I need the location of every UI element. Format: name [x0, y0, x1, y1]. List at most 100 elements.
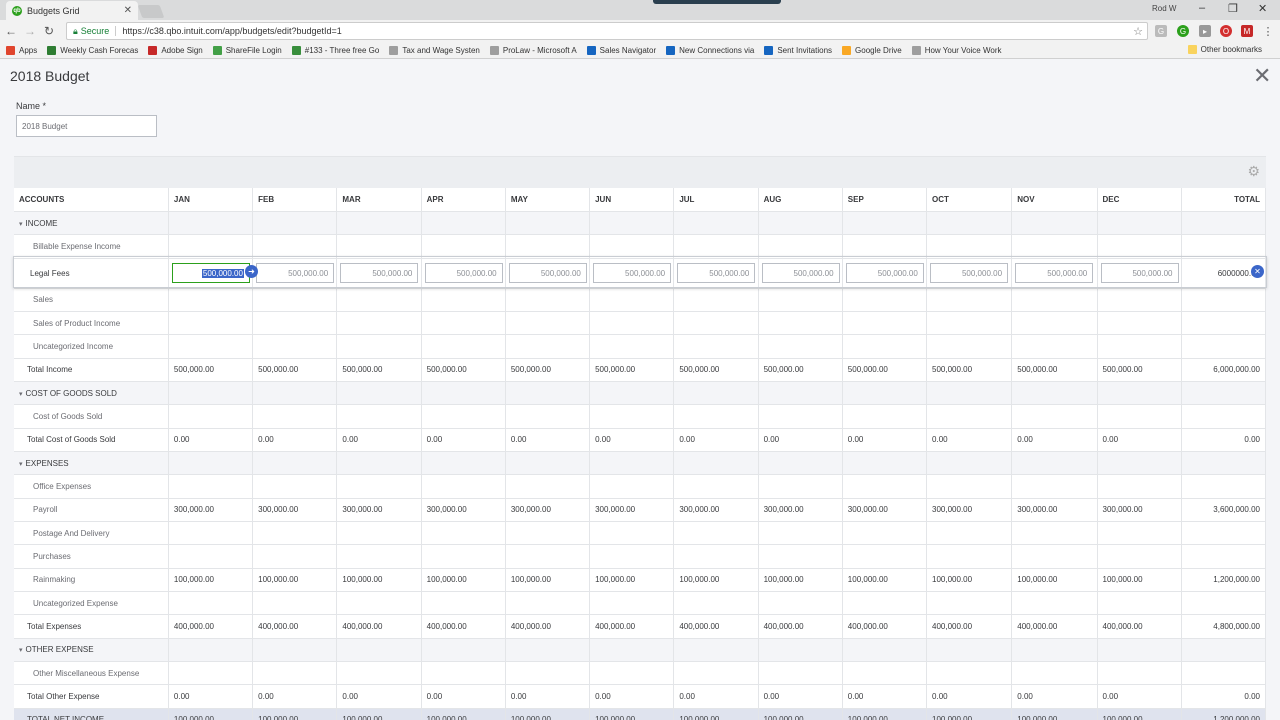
amount-cell[interactable]	[252, 288, 338, 312]
amount-input[interactable]: 500,000.00	[845, 263, 924, 284]
amount-cell[interactable]	[505, 661, 591, 686]
amount-cell[interactable]	[926, 311, 1013, 336]
amount-cell[interactable]: 300,000.00	[168, 498, 254, 522]
amount-cell[interactable]	[1011, 404, 1098, 429]
amount-cell[interactable]	[842, 311, 928, 336]
collapse-caret-icon[interactable]: ▾	[19, 391, 23, 398]
extension-icon[interactable]: G	[1155, 25, 1167, 37]
bookmark-item[interactable]: Weekly Cash Forecas	[47, 45, 138, 55]
amount-cell[interactable]	[589, 661, 675, 686]
amount-cell[interactable]	[421, 334, 506, 359]
amount-cell[interactable]	[505, 234, 591, 259]
amount-cell[interactable]	[336, 288, 422, 312]
amount-cell[interactable]	[589, 334, 675, 359]
amount-cell[interactable]	[842, 474, 928, 499]
table-row[interactable]: Sales	[14, 288, 1267, 312]
amount-cell[interactable]	[589, 474, 675, 499]
amount-cell[interactable]: 100,000.00	[252, 568, 338, 593]
amount-cell[interactable]	[505, 521, 591, 546]
amount-cell[interactable]	[252, 661, 338, 686]
table-row[interactable]: Office Expenses	[14, 474, 1267, 499]
amount-cell[interactable]	[421, 591, 506, 616]
amount-cell[interactable]	[842, 661, 928, 686]
amount-cell[interactable]	[926, 474, 1013, 499]
close-tab-icon[interactable]: ✕	[124, 5, 132, 16]
amount-cell[interactable]	[168, 288, 254, 312]
amount-cell[interactable]	[168, 234, 254, 259]
browser-tab[interactable]: qb Budgets Grid ✕	[6, 1, 138, 20]
amount-cell[interactable]	[421, 234, 506, 259]
amount-input[interactable]: 500,000.00	[256, 263, 335, 284]
amount-cell[interactable]	[673, 474, 759, 499]
bookmark-item[interactable]: New Connections via	[666, 45, 754, 55]
amount-cell[interactable]	[842, 288, 928, 312]
table-row[interactable]: Uncategorized Expense	[14, 591, 1267, 616]
table-row[interactable]: Other Miscellaneous Expense	[14, 661, 1267, 686]
address-bar[interactable]: 🔒︎ Secure https://c38.qbo.intuit.com/app…	[66, 22, 1148, 40]
amount-cell[interactable]	[842, 234, 928, 259]
amount-cell[interactable]	[926, 234, 1013, 259]
amount-cell[interactable]	[589, 288, 675, 312]
amount-cell[interactable]	[421, 288, 506, 312]
collapse-caret-icon[interactable]: ▾	[19, 647, 23, 654]
amount-cell[interactable]: 300,000.00	[421, 498, 506, 522]
amount-input[interactable]: 500,000.00	[677, 263, 756, 284]
table-row[interactable]: Sales of Product Income	[14, 311, 1267, 336]
amount-input[interactable]: 500,000.00	[593, 263, 672, 284]
amount-cell[interactable]	[1011, 591, 1098, 616]
amount-cell[interactable]: 100,000.00	[168, 568, 254, 593]
amount-cell[interactable]	[1097, 544, 1182, 569]
amount-cell[interactable]	[168, 591, 254, 616]
amount-cell[interactable]	[673, 234, 759, 259]
amount-cell[interactable]: 300,000.00	[842, 498, 928, 522]
amount-cell[interactable]	[505, 288, 591, 312]
active-amount-input[interactable]: 500,000.00	[171, 263, 250, 284]
amount-input[interactable]: 500,000.00	[424, 263, 503, 284]
collapse-caret-icon[interactable]: ▾	[19, 461, 23, 468]
amount-cell[interactable]	[758, 521, 843, 546]
amount-cell[interactable]	[336, 311, 422, 336]
bookmark-item[interactable]: How Your Voice Work	[911, 45, 1001, 55]
bookmark-item[interactable]: Sent Invitations	[764, 45, 832, 55]
amount-cell[interactable]: 300,000.00	[673, 498, 759, 522]
amount-cell[interactable]	[336, 334, 422, 359]
amount-cell[interactable]: 100,000.00	[842, 568, 928, 593]
amount-cell[interactable]: 300,000.00	[758, 498, 843, 522]
amount-cell[interactable]	[926, 661, 1013, 686]
bookmark-item[interactable]: Google Drive	[842, 45, 902, 55]
amount-cell[interactable]	[1011, 234, 1098, 259]
amount-cell[interactable]	[589, 591, 675, 616]
amount-cell[interactable]	[252, 591, 338, 616]
amount-cell[interactable]	[589, 521, 675, 546]
amount-cell[interactable]	[252, 334, 338, 359]
amount-cell[interactable]	[1097, 474, 1182, 499]
amount-cell[interactable]: 300,000.00	[252, 498, 338, 522]
amount-cell[interactable]	[1097, 234, 1182, 259]
amount-cell[interactable]: 300,000.00	[926, 498, 1013, 522]
amount-input[interactable]: 500,000.00	[1015, 263, 1094, 284]
amount-cell[interactable]	[505, 544, 591, 569]
amount-cell[interactable]	[168, 521, 254, 546]
bookmark-item[interactable]: ProLaw - Microsoft A	[489, 45, 577, 55]
amount-cell[interactable]	[421, 404, 506, 429]
amount-cell[interactable]	[758, 234, 843, 259]
amount-cell[interactable]: 300,000.00	[1097, 498, 1182, 522]
amount-cell[interactable]	[842, 591, 928, 616]
amount-cell[interactable]	[421, 311, 506, 336]
amount-cell[interactable]	[758, 591, 843, 616]
amount-cell[interactable]: 100,000.00	[673, 568, 759, 593]
amount-cell[interactable]	[589, 311, 675, 336]
amount-cell[interactable]	[1011, 544, 1098, 569]
amount-cell[interactable]: 300,000.00	[336, 498, 422, 522]
amount-cell[interactable]	[758, 404, 843, 429]
bookmark-star-icon[interactable]: ☆	[1133, 25, 1143, 38]
amount-cell[interactable]	[1097, 521, 1182, 546]
amount-cell[interactable]	[673, 288, 759, 312]
bookmark-item[interactable]: Apps	[6, 45, 37, 55]
amount-cell[interactable]	[842, 334, 928, 359]
amount-cell[interactable]	[1011, 661, 1098, 686]
amount-cell[interactable]	[1011, 311, 1098, 336]
amount-cell[interactable]	[168, 404, 254, 429]
amount-cell[interactable]	[252, 521, 338, 546]
profile-name[interactable]: Rod W	[1152, 4, 1176, 13]
